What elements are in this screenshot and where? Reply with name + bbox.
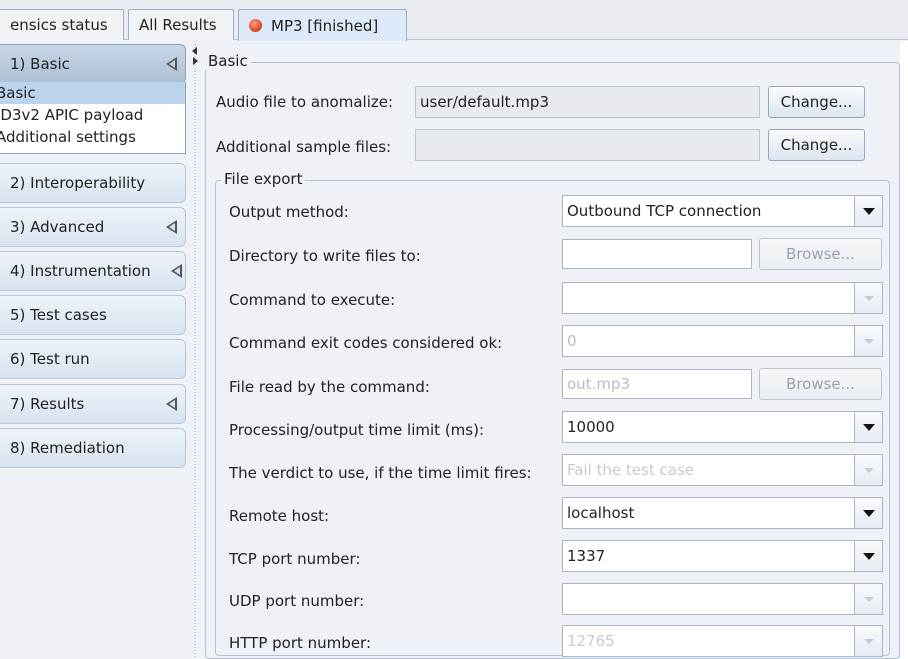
chevron-down-icon[interactable] — [854, 584, 882, 614]
subitem-basic[interactable]: Basic — [0, 82, 185, 104]
subitem-id3v2-apic-payload[interactable]: ID3v2 APIC payload — [0, 104, 185, 126]
tcp-port-select[interactable]: 1337 — [562, 540, 883, 572]
verdict-select[interactable]: Fail the test case — [562, 454, 883, 486]
nav-item-label: 5) Test cases — [10, 306, 107, 324]
chevron-down-icon[interactable] — [854, 498, 882, 528]
exit-codes-value: 0 — [567, 332, 577, 350]
remote-host-value: localhost — [567, 504, 635, 522]
tab-mp3[interactable]: MP3 [finished] — [238, 9, 407, 41]
splitter-handle[interactable] — [190, 41, 200, 659]
tab-label: MP3 [finished] — [271, 16, 379, 35]
audio-file-label: Audio file to anomalize: — [216, 93, 394, 111]
command-select[interactable] — [562, 282, 883, 314]
file-export-legend: File export — [221, 170, 306, 188]
collapse-triangle-icon[interactable] — [166, 57, 177, 71]
expand-triangle-icon[interactable] — [166, 220, 177, 234]
tcp-port-value: 1337 — [567, 547, 606, 565]
nav-item-label: 8) Remediation — [10, 439, 125, 457]
step-navigation: 1) Basic Basic ID3v2 APIC payload Additi… — [0, 41, 190, 659]
nav-item-interoperability[interactable]: 2) Interoperability — [0, 163, 186, 203]
http-port-value: 12765 — [567, 632, 615, 650]
directory-label: Directory to write files to: — [229, 247, 421, 265]
tab-label: All Results — [139, 16, 217, 34]
output-method-label: Output method: — [229, 203, 349, 221]
status-red-dot-icon — [249, 19, 262, 32]
expand-triangle-icon[interactable] — [171, 264, 182, 278]
tab-bar: ensics status All Results MP3 [finished] — [0, 0, 908, 41]
nav-item-test-cases[interactable]: 5) Test cases — [0, 295, 186, 335]
nav-item-label: 2) Interoperability — [10, 174, 146, 192]
nav-item-basic[interactable]: 1) Basic — [0, 44, 186, 84]
collapse-left-arrow-icon[interactable] — [192, 47, 197, 55]
http-port-label: HTTP port number: — [229, 634, 372, 652]
tab-all-results[interactable]: All Results — [128, 9, 234, 40]
file-read-browse-button[interactable]: Browse... — [759, 368, 882, 400]
additional-samples-field — [415, 129, 760, 161]
tab-label: ensics status — [10, 16, 108, 34]
samples-change-button[interactable]: Change... — [768, 129, 865, 161]
chevron-down-icon[interactable] — [854, 626, 882, 656]
command-label: Command to execute: — [229, 291, 396, 309]
nav-item-label: 4) Instrumentation — [10, 262, 151, 280]
nav-item-label: 1) Basic — [10, 55, 70, 73]
expand-right-arrow-icon[interactable] — [193, 57, 198, 65]
main-panel: Basic Audio file to anomalize: user/defa… — [203, 41, 908, 659]
remote-host-label: Remote host: — [229, 507, 330, 525]
chevron-down-icon[interactable] — [854, 326, 882, 356]
nav-item-label: 7) Results — [10, 395, 85, 413]
verdict-label: The verdict to use, if the time limit fi… — [229, 464, 532, 482]
chevron-down-icon[interactable] — [854, 412, 882, 442]
nav-item-advanced[interactable]: 3) Advanced — [0, 207, 186, 247]
exit-codes-label: Command exit codes considered ok: — [229, 334, 503, 352]
basic-sublist: Basic ID3v2 APIC payload Additional sett… — [0, 82, 186, 154]
nav-item-label: 3) Advanced — [10, 218, 105, 236]
subitem-label: Basic — [0, 84, 36, 102]
output-method-select[interactable]: Outbound TCP connection — [562, 195, 883, 227]
nav-item-results[interactable]: 7) Results — [0, 384, 186, 424]
directory-input[interactable] — [562, 239, 752, 269]
nav-item-test-run[interactable]: 6) Test run — [0, 339, 186, 379]
udp-port-select[interactable] — [562, 583, 883, 615]
nav-item-label: 6) Test run — [10, 350, 90, 368]
tab-forensics-status[interactable]: ensics status — [0, 9, 124, 40]
exit-codes-select[interactable]: 0 — [562, 325, 883, 357]
additional-samples-label: Additional sample files: — [216, 138, 392, 156]
basic-legend: Basic — [205, 52, 251, 70]
directory-browse-button[interactable]: Browse... — [759, 238, 882, 270]
chevron-down-icon[interactable] — [854, 196, 882, 226]
udp-port-label: UDP port number: — [229, 592, 365, 610]
subitem-additional-settings[interactable]: Additional settings — [0, 126, 185, 148]
nav-item-remediation[interactable]: 8) Remediation — [0, 428, 186, 468]
expand-triangle-icon[interactable] — [166, 397, 177, 411]
remote-host-select[interactable]: localhost — [562, 497, 883, 529]
time-limit-value: 10000 — [567, 418, 615, 436]
right-edge-panel — [900, 41, 908, 659]
nav-item-instrumentation[interactable]: 4) Instrumentation — [0, 251, 186, 291]
chevron-down-icon[interactable] — [854, 455, 882, 485]
audio-change-button[interactable]: Change... — [768, 86, 865, 118]
subitem-label: ID3v2 APIC payload — [0, 106, 144, 124]
time-limit-label: Processing/output time limit (ms): — [229, 421, 484, 439]
time-limit-select[interactable]: 10000 — [562, 411, 883, 443]
subitem-label: Additional settings — [0, 128, 136, 146]
file-read-label: File read by the command: — [229, 378, 430, 396]
audio-file-field: user/default.mp3 — [415, 86, 760, 118]
http-port-select[interactable]: 12765 — [562, 625, 883, 657]
chevron-down-icon[interactable] — [854, 283, 882, 313]
tcp-port-label: TCP port number: — [229, 550, 361, 568]
verdict-value: Fail the test case — [567, 461, 694, 479]
file-read-input[interactable]: out.mp3 — [562, 369, 752, 399]
chevron-down-icon[interactable] — [854, 541, 882, 571]
output-method-value: Outbound TCP connection — [567, 202, 762, 220]
